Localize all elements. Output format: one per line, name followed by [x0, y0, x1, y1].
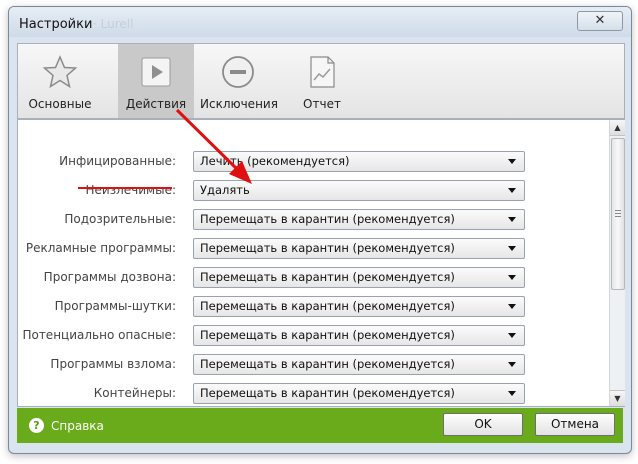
action-select[interactable]: Лечить (рекомендуется) — [193, 151, 525, 172]
minus-circle-icon — [222, 56, 254, 88]
row-label: Программы дозвона: — [43, 270, 176, 284]
tab-report-label: Отчет — [303, 97, 341, 111]
select-value: Удалять — [200, 183, 250, 197]
chevron-down-icon — [508, 391, 516, 396]
select-value: Перемещать в карантин (рекомендуется) — [200, 299, 455, 313]
row-label: Контейнеры: — [93, 386, 176, 400]
title-bar[interactable]: Настройки · Lurell ✕ — [9, 7, 631, 37]
grip-line — [615, 213, 621, 214]
close-button[interactable]: ✕ — [577, 11, 623, 31]
row-label: Неизлечимые: — [85, 183, 176, 197]
tab-exclusions[interactable]: Исключения — [200, 44, 278, 118]
chevron-down-icon — [508, 217, 516, 222]
action-select[interactable]: Перемещать в карантин (рекомендуется) — [193, 267, 525, 288]
grip-line — [615, 216, 621, 217]
window-title: Настройки — [19, 17, 93, 32]
row-label: Программы-шутки: — [54, 299, 176, 313]
chevron-down-icon — [508, 246, 516, 251]
action-select[interactable]: Перемещать в карантин (рекомендуется) — [193, 238, 525, 259]
tab-general-label: Основные — [28, 97, 92, 111]
tab-report[interactable]: Отчет — [284, 44, 360, 118]
tab-general[interactable]: Основные — [22, 44, 98, 118]
scroll-thumb[interactable] — [611, 138, 625, 290]
play-icon — [141, 57, 171, 87]
ok-button[interactable]: OK — [443, 413, 523, 436]
row-label: Потенциально опасные: — [22, 328, 176, 342]
help-icon[interactable]: ? — [29, 418, 44, 433]
cancel-button[interactable]: Отмена — [535, 413, 615, 436]
select-value: Перемещать в карантин (рекомендуется) — [200, 241, 455, 255]
action-select[interactable]: Перемещать в карантин (рекомендуется) — [193, 209, 525, 230]
select-value: Перемещать в карантин (рекомендуется) — [200, 386, 455, 400]
action-select[interactable]: Перемещать в карантин (рекомендуется) — [193, 383, 525, 404]
action-select[interactable]: Перемещать в карантин (рекомендуется) — [193, 354, 525, 375]
action-select[interactable]: Перемещать в карантин (рекомендуется) — [193, 296, 525, 317]
vertical-scrollbar[interactable]: ▲ ▼ — [609, 120, 625, 406]
select-value: Перемещать в карантин (рекомендуется) — [200, 270, 455, 284]
row-label: Рекламные программы: — [25, 241, 176, 255]
dialog-footer: ? Справка OK Отмена — [17, 408, 623, 443]
row-label: Инфицированные: — [59, 154, 176, 168]
row-label: Программы взлома: — [50, 357, 176, 371]
chevron-down-icon — [508, 362, 516, 367]
star-icon — [42, 55, 78, 89]
settings-window: Настройки · Lurell ✕ Основные Действия И… — [8, 6, 632, 454]
action-select[interactable]: Перемещать в карантин (рекомендуется) — [193, 325, 525, 346]
help-link[interactable]: Справка — [51, 419, 104, 433]
tab-exclusions-label: Исключения — [200, 97, 278, 111]
title-ghost-text: · Lurell — [93, 17, 134, 31]
select-value: Перемещать в карантин (рекомендуется) — [200, 357, 455, 371]
select-value: Перемещать в карантин (рекомендуется) — [200, 328, 455, 342]
action-select[interactable]: Удалять — [193, 180, 525, 201]
grip-line — [615, 210, 621, 211]
row-label: Подозрительные: — [64, 212, 176, 226]
chevron-down-icon — [508, 304, 516, 309]
tab-actions[interactable]: Действия — [118, 44, 194, 118]
report-icon — [310, 56, 335, 88]
actions-panel: Инфицированные: Лечить (рекомендуется) Н… — [17, 119, 625, 407]
scroll-up-button[interactable]: ▲ — [610, 120, 625, 136]
tab-actions-label: Действия — [125, 97, 187, 111]
scroll-down-button[interactable]: ▼ — [610, 390, 625, 406]
toolbar: Основные Действия Исключения Отчет — [17, 43, 625, 119]
chevron-down-icon — [508, 275, 516, 280]
chevron-down-icon — [508, 333, 516, 338]
chevron-down-icon — [508, 159, 516, 164]
chevron-down-icon — [508, 188, 516, 193]
select-value: Перемещать в карантин (рекомендуется) — [200, 212, 455, 226]
select-value: Лечить (рекомендуется) — [200, 154, 350, 168]
